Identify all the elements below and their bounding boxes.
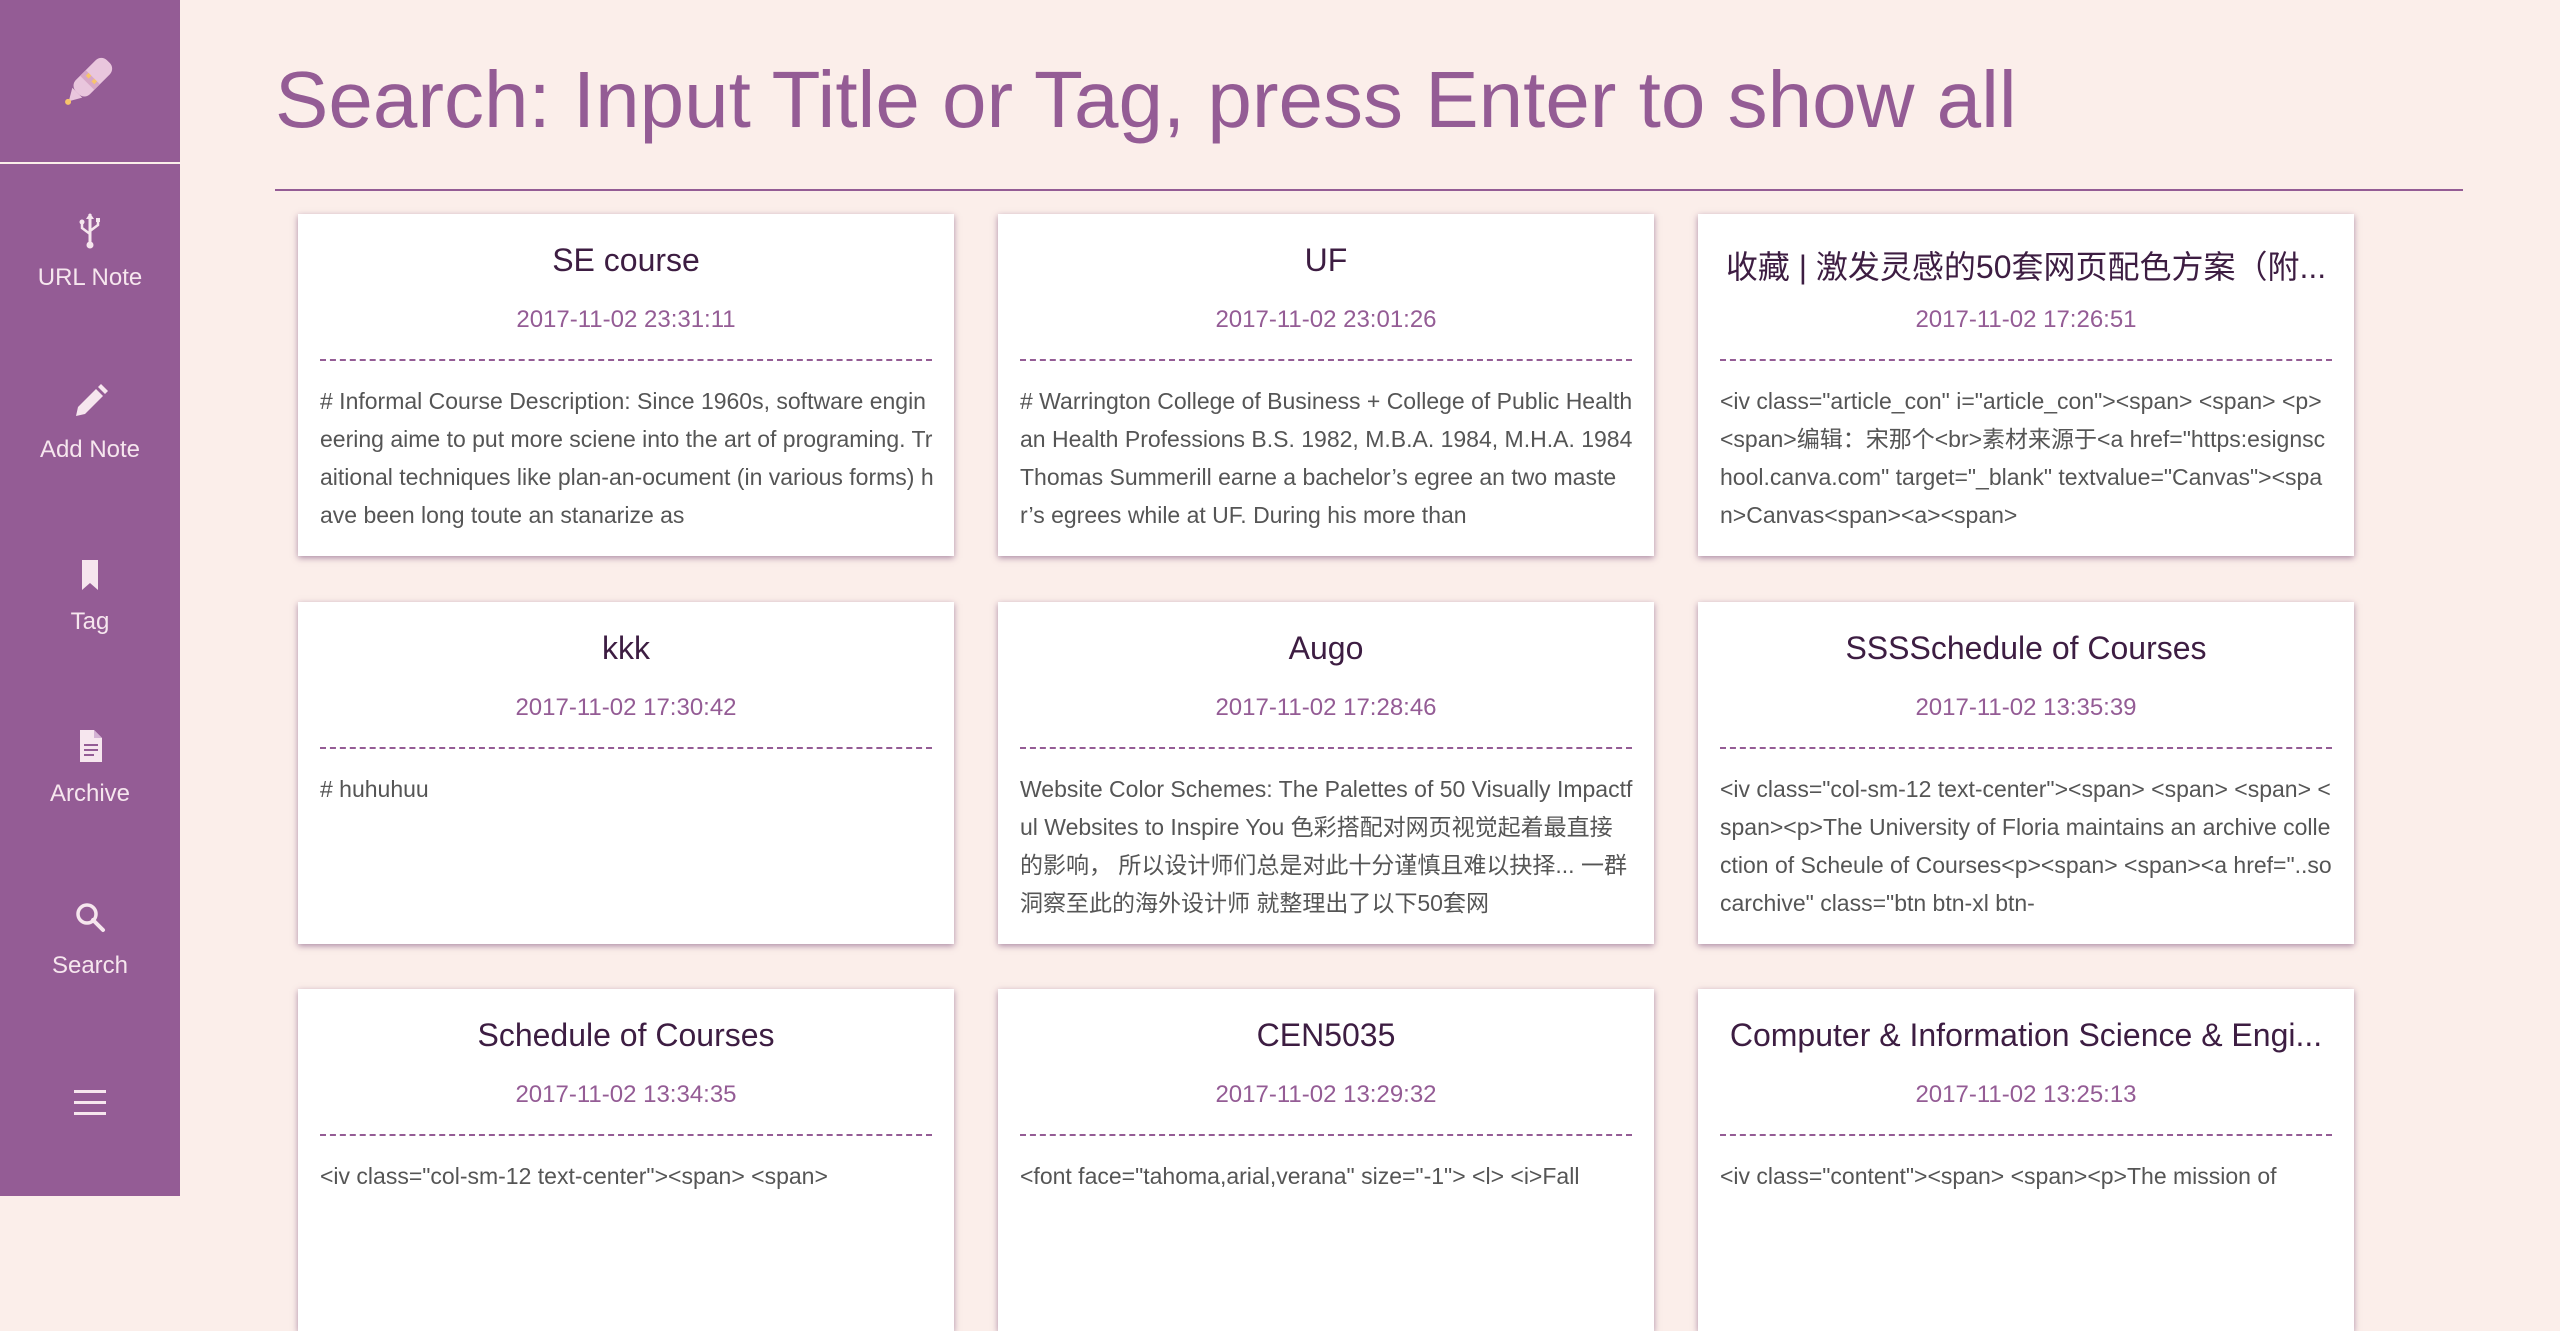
nav-url-note[interactable]: URL Note [0,210,180,360]
note-divider [1020,747,1632,749]
note-date: 2017-11-02 23:01:26 [1215,306,1437,333]
note-card[interactable]: UF 2017-11-02 23:01:26 # Warrington Coll… [998,214,1654,556]
note-preview: Website Color Schemes: The Palettes of 5… [1020,776,1633,916]
header-divider [275,189,2463,191]
note-card[interactable]: CEN5035 2017-11-02 13:29:32 <font face="… [998,989,1654,1331]
hamburger-menu-button[interactable] [70,1086,110,1120]
nav-tag-label: Tag [70,608,110,635]
note-preview: # Informal Course Description: Since 196… [320,388,934,528]
note-card[interactable]: Augo 2017-11-02 17:28:46 Website Color S… [998,602,1654,944]
note-divider [320,1134,932,1136]
note-date: 2017-11-02 23:31:11 [516,306,736,333]
note-date: 2017-11-02 13:34:35 [515,1081,737,1108]
nav-search-label: Search [51,952,129,979]
app-logo[interactable] [0,0,180,164]
note-title: UF [1304,242,1348,278]
note-card[interactable]: 收藏 | 激发灵感的50套网页配色方案（附... 2017-11-02 17:2… [1698,214,2354,556]
note-title: Schedule of Courses [477,1017,775,1053]
pencil-icon [76,384,108,416]
note-title: Computer & Information Science & Engi... [1729,1017,2323,1053]
note-preview: <iv class="content"><span> <span><p>The … [1720,1163,2277,1189]
pen-icon [65,57,113,105]
note-divider [1020,1134,1632,1136]
nav-archive[interactable]: Archive [0,726,180,876]
nav-archive-label: Archive [49,780,131,807]
note-preview: <iv class="article_con" i="article_con">… [1720,388,2326,528]
note-date: 2017-11-02 13:25:13 [1915,1081,2137,1108]
note-divider [1020,359,1632,361]
note-title: CEN5035 [1256,1017,1396,1053]
note-card[interactable]: Schedule of Courses 2017-11-02 13:34:35 … [298,989,954,1331]
note-preview: <iv class="col-sm-12 text-center"><span>… [1720,776,2332,916]
note-card[interactable]: Computer & Information Science & Engi...… [1698,989,2354,1331]
note-preview: <font face="tahoma,arial,verana" size="-… [1020,1163,1580,1189]
search-heading-input[interactable]: Search: Input Title or Tag, press Enter … [275,52,2017,148]
nav-tag[interactable]: Tag [0,554,180,704]
note-date: 2017-11-02 17:30:42 [515,694,737,721]
note-divider [1720,747,2332,749]
note-date: 2017-11-02 13:29:32 [1215,1081,1437,1108]
note-title: Augo [1288,630,1364,666]
hamburger-menu-icon [74,1090,106,1115]
note-preview: <iv class="col-sm-12 text-center"><span>… [320,1163,828,1189]
note-date: 2017-11-02 17:26:51 [1915,306,2137,333]
document-icon [80,730,102,762]
nav-search[interactable]: Search [0,898,180,1048]
note-title: kkk [602,630,650,666]
nav-add-note[interactable]: Add Note [0,382,180,532]
note-title: SSSSchedule of Courses [1845,630,2207,666]
note-divider [1720,1134,2332,1136]
bookmark-icon [82,560,98,590]
note-card[interactable]: kkk 2017-11-02 17:30:42 # huhuhuu [298,602,954,944]
usb-icon [79,213,100,249]
note-title: 收藏 | 激发灵感的50套网页配色方案（附... [1725,249,2327,285]
note-preview: # huhuhuu [320,776,429,802]
note-date: 2017-11-02 13:35:39 [1915,694,2137,721]
note-divider [1720,359,2332,361]
note-date: 2017-11-02 17:28:46 [1215,694,1437,721]
nav-add-note-label: Add Note [39,436,141,463]
note-preview: # Warrington College of Business + Colle… [1020,388,1633,528]
note-divider [320,747,932,749]
note-divider [320,359,932,361]
note-card[interactable]: SSSSchedule of Courses 2017-11-02 13:35:… [1698,602,2354,944]
nav-url-note-label: URL Note [37,264,143,291]
sidebar: URL Note Add Note Tag Archive Search [0,0,180,1196]
note-card[interactable]: SE course 2017-11-02 23:31:11 # Informal… [298,214,954,556]
note-title: SE course [552,242,700,278]
search-icon [76,903,105,932]
